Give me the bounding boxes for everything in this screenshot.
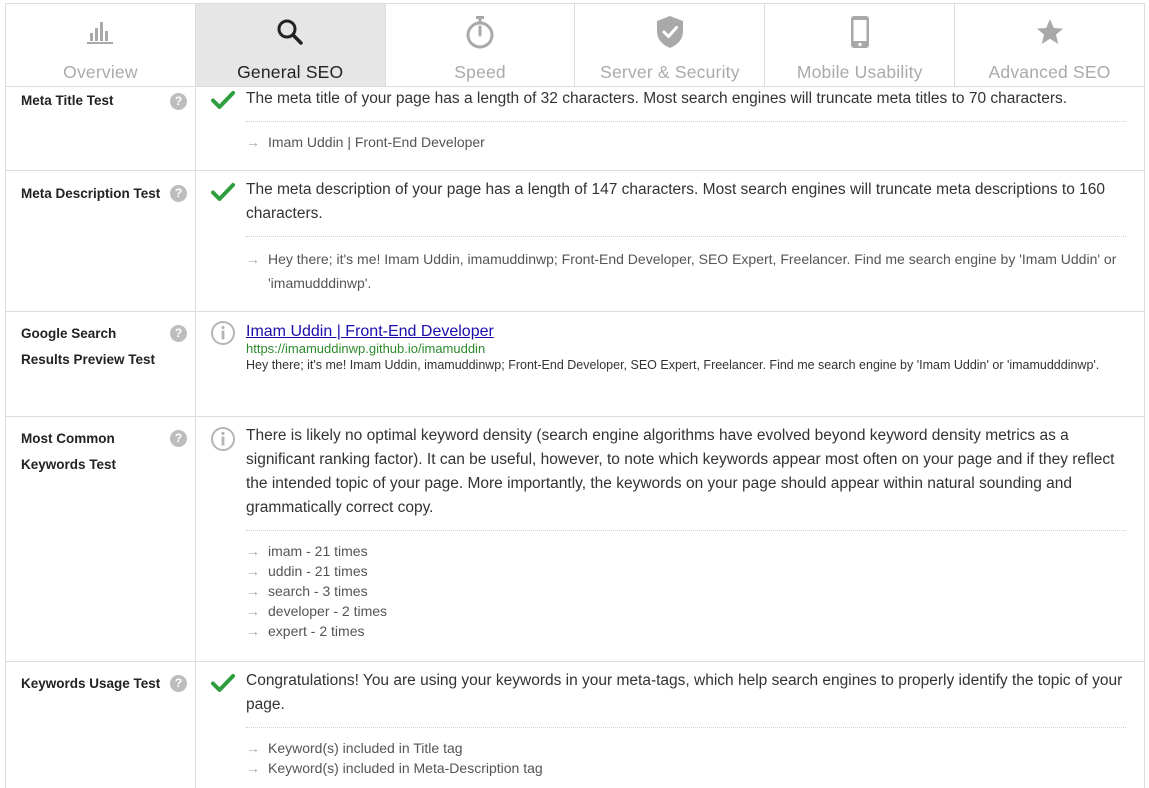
- info-icon: [210, 320, 236, 346]
- mobile-phone-icon: [842, 14, 878, 50]
- test-name: Most Common Keywords Test: [21, 431, 117, 472]
- divider: [246, 121, 1126, 122]
- test-name: Google Search Results Preview Test: [21, 326, 156, 367]
- stopwatch-icon: [462, 14, 498, 50]
- test-result-cell: The meta title of your page has a length…: [196, 87, 1144, 170]
- help-icon[interactable]: ?: [170, 325, 187, 342]
- meta-title-test-row: Meta Title Test ? The meta title of your…: [5, 86, 1145, 171]
- info-icon: [210, 426, 236, 452]
- tab-advanced-seo[interactable]: Advanced SEO: [955, 4, 1144, 86]
- check-icon: [210, 179, 236, 205]
- arrow-right-icon: →: [246, 134, 260, 150]
- tab-label: Overview: [63, 62, 138, 82]
- test-result-cell: Congratulations! You are using your keyw…: [196, 662, 1144, 788]
- tab-label: Server & Security: [600, 62, 740, 82]
- list-item: → Keyword(s) included in Meta-Descriptio…: [246, 760, 543, 776]
- help-icon[interactable]: ?: [170, 185, 187, 202]
- divider: [246, 236, 1126, 237]
- arrow-right-icon: →: [246, 251, 260, 267]
- test-name-cell: Keywords Usage Test ?: [6, 662, 196, 788]
- keyword-item: → expert - 2 times: [246, 623, 365, 639]
- tab-label: Mobile Usability: [796, 62, 923, 82]
- meta-description-test-row: Meta Description Test ? The meta descrip…: [5, 171, 1145, 312]
- test-name: Keywords Usage Test: [21, 676, 161, 691]
- report-tabs: Overview General SEO Speed Server & Secu…: [5, 3, 1145, 86]
- google-preview-test-row: Google Search Results Preview Test ? Ima…: [5, 312, 1145, 417]
- test-result-cell: The meta description of your page has a …: [196, 171, 1144, 311]
- help-icon[interactable]: ?: [170, 675, 187, 692]
- star-icon: [1032, 14, 1068, 50]
- test-name-cell: Meta Title Test ?: [6, 87, 196, 170]
- tab-label: Speed: [454, 62, 506, 82]
- tab-general-seo[interactable]: General SEO: [195, 4, 386, 86]
- tab-overview[interactable]: Overview: [6, 4, 196, 86]
- test-message: The meta title of your page has a length…: [246, 90, 1068, 107]
- help-icon[interactable]: ?: [170, 93, 187, 110]
- help-icon[interactable]: ?: [170, 430, 187, 447]
- shield-check-icon: [652, 14, 688, 50]
- test-message: Congratulations! You are using your keyw…: [246, 672, 1123, 713]
- arrow-right-icon: →: [246, 760, 260, 776]
- test-name: Meta Description Test: [21, 186, 161, 201]
- tab-mobile-usability[interactable]: Mobile Usability: [765, 4, 956, 86]
- arrow-right-icon: →: [246, 563, 260, 579]
- list-item: → Keyword(s) included in Title tag: [246, 740, 463, 756]
- test-name-cell: Google Search Results Preview Test ?: [6, 312, 196, 416]
- divider: [246, 530, 1126, 531]
- tab-server-security[interactable]: Server & Security: [575, 4, 766, 86]
- keyword-item: → imam - 21 times: [246, 543, 368, 559]
- bar-chart-icon: [82, 14, 118, 50]
- check-icon: [210, 670, 236, 696]
- keyword-item: → search - 3 times: [246, 583, 368, 599]
- arrow-right-icon: →: [246, 543, 260, 559]
- list-item: → Imam Uddin | Front-End Developer: [246, 134, 485, 150]
- tab-label: Advanced SEO: [988, 62, 1111, 82]
- check-icon: [210, 87, 236, 113]
- search-icon: [272, 14, 308, 50]
- keywords-usage-test-row: Keywords Usage Test ? Congratulations! Y…: [5, 662, 1145, 788]
- tab-speed[interactable]: Speed: [385, 4, 576, 86]
- test-result-cell: Imam Uddin | Front-End Developer https:/…: [196, 312, 1144, 416]
- keyword-item: → uddin - 21 times: [246, 563, 368, 579]
- arrow-right-icon: →: [246, 603, 260, 619]
- keyword-item: → developer - 2 times: [246, 603, 388, 619]
- test-results: Meta Title Test ? The meta title of your…: [5, 86, 1145, 788]
- tab-label: General SEO: [237, 62, 344, 82]
- arrow-right-icon: →: [246, 583, 260, 599]
- test-name-cell: Meta Description Test ?: [6, 171, 196, 311]
- arrow-right-icon: →: [246, 623, 260, 639]
- search-result-url: https://imamuddinwp.github.io/imamuddin: [246, 341, 486, 356]
- common-keywords-test-row: Most Common Keywords Test ? There is lik…: [5, 417, 1145, 662]
- search-result-title-link[interactable]: Imam Uddin | Front-End Developer: [246, 322, 494, 341]
- test-name: Meta Title Test: [21, 93, 114, 108]
- test-message: There is likely no optimal keyword densi…: [246, 427, 1115, 516]
- test-name-cell: Most Common Keywords Test ?: [6, 417, 196, 661]
- test-message: The meta description of your page has a …: [246, 181, 1106, 222]
- list-item: → Hey there; it's me! Imam Uddin, imamud…: [246, 247, 1128, 295]
- search-result-description: Hey there; it's me! Imam Uddin, imamuddi…: [246, 358, 1100, 372]
- arrow-right-icon: →: [246, 740, 260, 756]
- divider: [246, 727, 1126, 728]
- test-result-cell: There is likely no optimal keyword densi…: [196, 417, 1144, 661]
